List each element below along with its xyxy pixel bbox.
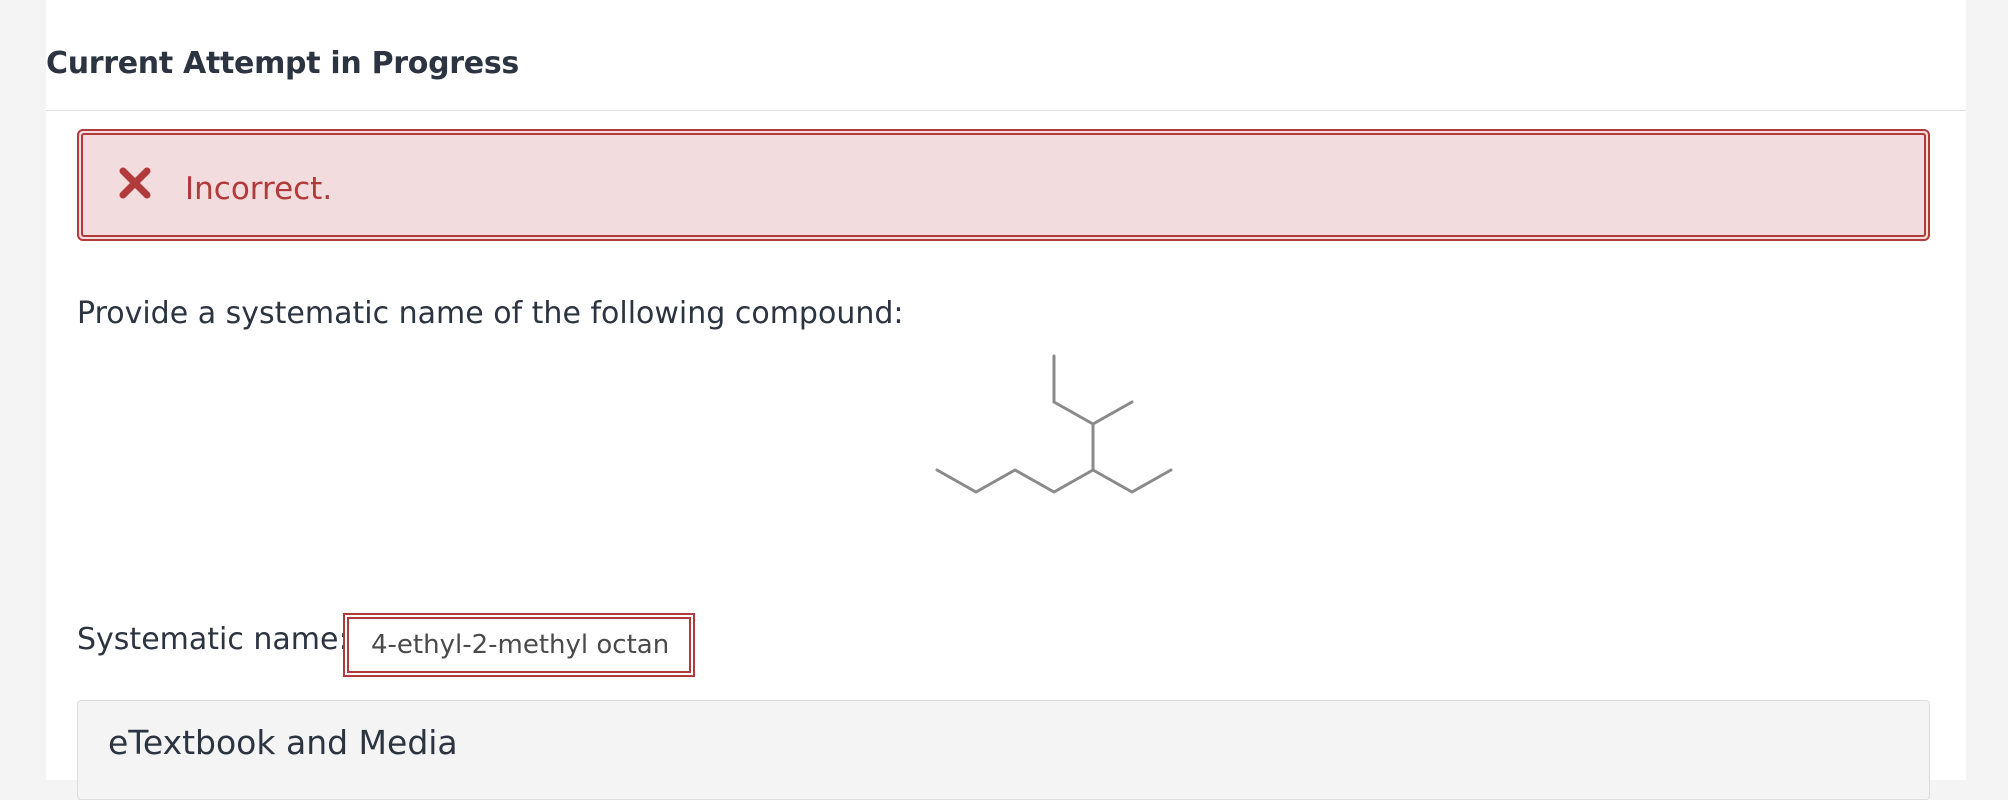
answer-label: Systematic name:: [77, 622, 349, 657]
etextbook-media-title: eTextbook and Media: [108, 723, 458, 762]
divider: [46, 110, 1966, 111]
chemical-structure-image: [886, 350, 1186, 510]
feedback-banner: Incorrect.: [77, 129, 1930, 241]
feedback-banner-inner: Incorrect.: [81, 133, 1926, 237]
feedback-status-text: Incorrect.: [185, 171, 333, 207]
close-icon: [117, 165, 153, 201]
attempt-title: Current Attempt in Progress: [46, 46, 519, 81]
answer-field-wrapper: [343, 613, 695, 677]
etextbook-media-panel[interactable]: eTextbook and Media: [77, 700, 1930, 800]
systematic-name-input[interactable]: [347, 617, 691, 673]
assignment-page: Current Attempt in Progress Incorrect. P…: [46, 0, 1966, 800]
question-prompt: Provide a systematic name of the followi…: [77, 296, 904, 331]
